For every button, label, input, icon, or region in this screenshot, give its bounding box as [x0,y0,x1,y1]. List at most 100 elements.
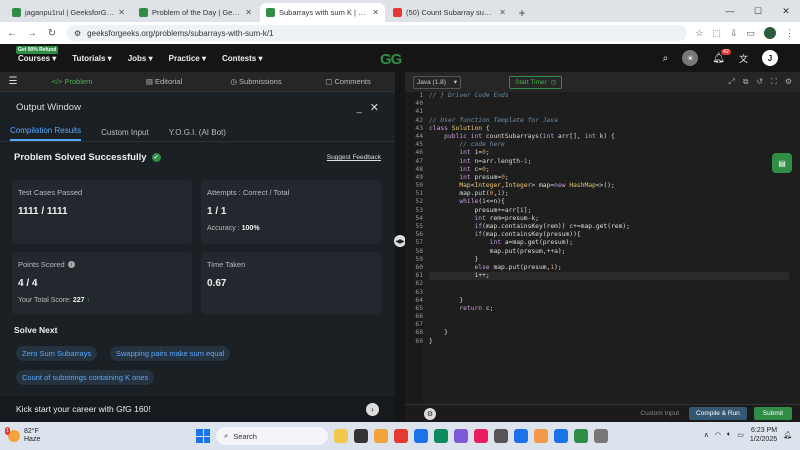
code-line[interactable]: i++; [429,272,789,281]
code-line[interactable]: int n=arr.length-1; [429,158,789,166]
code-editor[interactable]: 1 40 41 42 43 44 45 46 47 48 49 50 51 52 53 54 55 56 57 58 5… [405,92,800,404]
taskbar-app-icon[interactable] [514,429,528,443]
settings-icon[interactable]: ⚙ [785,77,792,87]
code-line[interactable]: } [429,297,789,305]
nav-jobs[interactable]: Jobs ▾ [128,54,153,63]
bookmark-star-icon[interactable]: ☆ [695,28,703,39]
nav-courses[interactable]: Get 90% Refund Courses ▾ [16,45,59,63]
code-line[interactable] [429,100,789,108]
solve-next-item[interactable]: Zero Sum Subarrays [16,346,98,361]
code-lines[interactable]: // } Driver Code Ends // User function T… [429,92,789,346]
extensions-icon[interactable]: ⬚ [712,28,721,39]
solve-next-item[interactable]: Count of substrings containing K ones [16,370,155,385]
gfg-logo[interactable]: GG [380,51,402,68]
taskbar-app-icon[interactable] [334,429,348,443]
browser-tab[interactable]: jaganpu1rul | GeeksforGeeks Pr✕ [6,3,131,22]
language-select[interactable]: Java (1.8) ▾ [413,75,461,89]
tab-submissions[interactable]: ◷ Submissions [210,77,302,86]
taskbar-app-icon[interactable] [494,429,508,443]
taskbar-app-icon[interactable] [434,429,448,443]
code-line[interactable]: if(map.containsKey(rem)) c+=map.get(rem)… [429,223,789,231]
code-line[interactable] [429,280,789,288]
code-line[interactable]: map.put(presum,++a); [429,248,789,256]
code-line[interactable]: } [429,338,789,346]
panel-divider[interactable]: ◀▶ [394,72,406,422]
taskbar-search[interactable]: ⌕ Search [216,427,328,445]
start-timer-button[interactable]: Start Timer ◷ [509,75,563,89]
taskbar-app-icon[interactable] [534,429,548,443]
expand-icon[interactable]: ⛶ [771,77,777,87]
code-line[interactable]: // User function Template for Java [429,117,789,125]
hamburger-menu-icon[interactable]: ☰ [0,76,26,87]
code-line[interactable]: presum+=arr[i]; [429,207,789,215]
code-line[interactable]: return c; [429,305,789,313]
submit-button[interactable]: Submit [753,407,792,420]
fullscreen-icon[interactable]: ⤢ [728,77,734,87]
tab-yogi-bot[interactable]: Y.O.G.I. (AI Bot) [169,128,226,141]
tab-editorial[interactable]: ▤ Editorial [118,77,210,86]
user-avatar[interactable]: J [762,50,778,66]
chat-icon[interactable]: ▤ [772,153,792,173]
code-line[interactable] [429,289,789,297]
close-tab-icon[interactable]: ✕ [372,8,379,17]
profile-avatar[interactable] [764,27,776,39]
code-line[interactable]: int i=0; [429,149,789,157]
close-tab-icon[interactable]: ✕ [245,8,252,17]
custom-input-button[interactable]: Custom Input [640,410,679,417]
code-line[interactable]: int presum=0; [429,174,789,182]
clock[interactable]: 6:23 PM 1/2/2025 [750,426,777,444]
new-tab-button[interactable]: + [514,3,530,22]
code-line[interactable]: int a=map.get(presum); [429,239,789,247]
code-line[interactable] [429,108,789,116]
wifi-icon[interactable]: ◠ [715,431,721,439]
tab-compilation-results[interactable]: Compilation Results [10,126,82,141]
maximize-icon[interactable]: ☐ [744,0,772,22]
taskbar-app-icon[interactable] [594,429,608,443]
search-icon[interactable]: ⌕ [663,53,669,64]
minimize-icon[interactable]: — [716,0,744,22]
taskbar-app-icon[interactable] [574,429,588,443]
code-line[interactable]: // code here [429,141,789,149]
taskbar-app-icon[interactable] [554,429,568,443]
code-line[interactable] [429,313,789,321]
chevron-right-icon[interactable]: › [366,402,379,416]
career-banner[interactable]: Kick start your career with GfG 160! › [0,396,395,422]
theme-toggle-icon[interactable]: ☀ [682,50,699,66]
browser-tab[interactable]: Problem of the Day | GeeksforG ✕ [133,3,258,22]
weather-widget[interactable]: 1 82°F Haze [5,427,40,444]
code-line[interactable]: // } Driver Code Ends [429,92,789,100]
taskbar-app-icon[interactable] [414,429,428,443]
code-line[interactable]: } [429,256,789,264]
close-output-icon[interactable]: ✕ [370,102,379,114]
gear-icon[interactable]: ⚙ [424,407,436,420]
code-line[interactable]: int rem=presum-k; [429,215,789,223]
tab-custom-input[interactable]: Custom Input [101,128,149,141]
code-line[interactable] [429,321,789,329]
tray-chevron-icon[interactable]: ∧ [704,431,709,439]
code-line[interactable]: while(i<=n){ [429,198,789,206]
nav-practice[interactable]: Practice ▾ [169,54,206,63]
compile-run-button[interactable]: Compile & Run [689,407,747,420]
volume-icon[interactable]: 🔈︎ [727,431,731,439]
url-input[interactable]: ⚙ geeksforgeeks.org/problems/subarrays-w… [66,25,688,41]
copy-icon[interactable]: ⧉ [743,77,749,87]
translate-icon[interactable]: 文 [739,52,748,65]
forward-icon[interactable]: → [26,28,38,39]
suggest-feedback-link[interactable]: Suggest Feedback [327,154,381,161]
taskbar-app-icon[interactable] [374,429,388,443]
taskbar-app-icon[interactable] [354,429,368,443]
battery-icon[interactable]: ▭ [737,431,744,439]
sidepanel-icon[interactable]: ▭ [746,28,755,39]
browser-tab[interactable]: (50) Count Subarray sum Equal ✕ [387,3,512,22]
taskbar-app-icon[interactable] [394,429,408,443]
tab-problem[interactable]: </> Problem [26,77,118,86]
info-icon[interactable]: i [67,261,75,268]
nav-tutorials[interactable]: Tutorials ▾ [72,54,111,63]
back-icon[interactable]: ← [6,28,18,39]
menu-dots-icon[interactable]: ⋮ [785,28,794,39]
code-line[interactable]: else map.put(presum,1); [429,264,789,272]
browser-tab[interactable]: Subarrays with sum K | Practice ✕ [260,3,385,22]
close-tab-icon[interactable]: ✕ [118,8,125,17]
code-line[interactable]: } [429,329,789,337]
windows-start-icon[interactable] [196,429,210,443]
